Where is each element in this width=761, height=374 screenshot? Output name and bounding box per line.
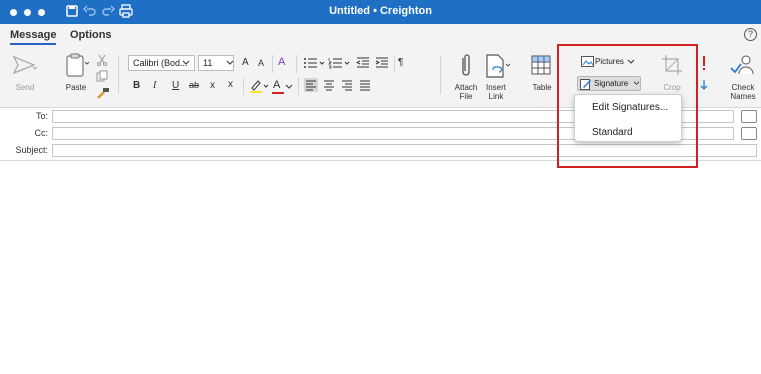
address-book-icon[interactable] [741, 110, 757, 123]
attach-label: Attach [454, 83, 478, 92]
subject-label: Subject: [15, 145, 48, 155]
divider [298, 77, 299, 95]
shrink-font-button[interactable]: A [258, 58, 264, 68]
tab-message[interactable]: Message [10, 29, 57, 45]
cc-label: Cc: [34, 128, 49, 138]
check-names-label: Check [731, 83, 755, 92]
align-center-icon[interactable] [322, 78, 336, 92]
help-icon[interactable]: ? [744, 28, 757, 41]
attach-label-file: File [459, 92, 473, 101]
low-priority-icon[interactable] [699, 79, 709, 91]
copy-icon[interactable] [96, 70, 108, 82]
to-label: To: [35, 111, 48, 121]
annotation-highlight-box [557, 44, 698, 168]
increase-indent-icon[interactable] [375, 56, 389, 70]
font-color-swatch [272, 92, 284, 94]
underline-button[interactable]: U [172, 80, 179, 91]
chevron-down-icon [182, 60, 190, 65]
paperclip-icon[interactable] [458, 52, 474, 80]
chevron-down-icon [226, 60, 234, 65]
paste-icon[interactable] [64, 52, 94, 80]
check-names-icon[interactable] [728, 52, 756, 80]
divider [440, 56, 441, 94]
chevron-down-icon [285, 84, 293, 89]
bullets-icon[interactable] [303, 56, 327, 70]
table-icon[interactable] [530, 53, 554, 79]
clear-formatting-button[interactable]: A [278, 56, 285, 68]
align-right-icon[interactable] [340, 78, 354, 92]
address-book-icon[interactable] [741, 127, 757, 140]
send-icon[interactable] [12, 55, 38, 75]
insert-link-label: Insert [485, 83, 506, 92]
show-formatting-button[interactable]: ¶ [398, 57, 403, 68]
divider [118, 56, 119, 94]
divider [243, 77, 244, 95]
italic-button[interactable]: I [153, 80, 156, 91]
format-painter-icon[interactable] [96, 86, 110, 100]
high-priority-dot [703, 68, 705, 70]
numbering-icon[interactable] [328, 56, 352, 70]
tab-options[interactable]: Options [70, 29, 112, 41]
highlight-icon[interactable] [249, 78, 271, 94]
insert-link-icon[interactable] [484, 52, 514, 80]
justify-icon[interactable] [358, 78, 372, 92]
divider [296, 55, 297, 73]
title-bar: Untitled • Creighton [0, 0, 761, 24]
message-body[interactable] [0, 161, 761, 374]
ribbon-tabs: Message Options ? [0, 24, 761, 46]
subscript-button[interactable]: x [210, 80, 215, 91]
high-priority-icon[interactable] [703, 56, 705, 66]
align-left-icon[interactable] [304, 78, 318, 92]
send-label: Send [15, 83, 35, 92]
table-label: Table [532, 83, 552, 92]
window-title: Untitled • Creighton [329, 5, 432, 17]
decrease-indent-icon[interactable] [356, 56, 370, 70]
cut-icon[interactable] [96, 54, 108, 66]
font-color-button[interactable]: A [273, 79, 280, 91]
check-names-label-2: Names [730, 92, 756, 101]
superscript-button[interactable]: x [228, 79, 233, 90]
paste-label: Paste [65, 83, 87, 92]
strikethrough-button[interactable]: ab [189, 80, 199, 90]
insert-link-label-2: Link [488, 92, 504, 101]
bold-button[interactable]: B [133, 80, 140, 91]
divider [394, 55, 395, 73]
divider [272, 55, 273, 73]
grow-font-button[interactable]: A [242, 57, 249, 68]
